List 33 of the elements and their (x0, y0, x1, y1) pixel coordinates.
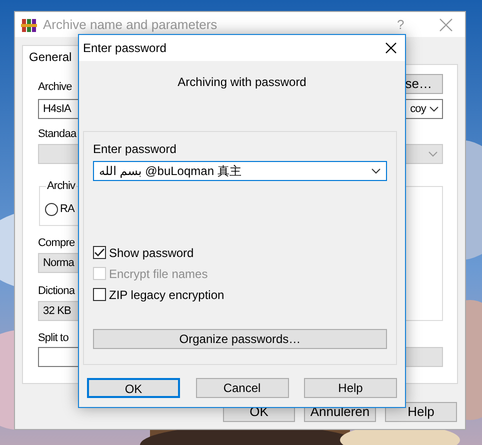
field-text: 32 KB (43, 304, 71, 319)
password-label: Enter password (93, 142, 176, 156)
dialog-button[interactable]: OK (87, 378, 180, 398)
compression-label: Compre (38, 236, 75, 250)
dictionary-label: Dictiona (38, 284, 75, 298)
chevron-icon (428, 151, 438, 157)
field-text: Norma (43, 256, 74, 271)
checkbox-label: Encrypt file names (109, 266, 208, 282)
dialog-title: Enter password (83, 40, 166, 57)
field-text: H4sIA (43, 102, 71, 117)
dialog-heading: Archiving with password (178, 75, 306, 89)
radio-button[interactable] (45, 202, 58, 216)
close-icon[interactable] (385, 42, 397, 54)
field-text: coy (410, 102, 426, 117)
split-label: Split to (38, 331, 68, 345)
field-text: بسم الله @buLoqman 真主 (99, 163, 242, 180)
radio-label: RA (60, 202, 74, 217)
dialog-button[interactable]: Help (304, 378, 397, 398)
books-icon (21, 16, 37, 32)
password-field[interactable]: بسم الله @buLoqman 真主 (93, 161, 387, 181)
dialog-button[interactable]: Help (385, 402, 457, 422)
dialog-button[interactable]: Cancel (196, 378, 288, 398)
chevron-icon (429, 106, 439, 112)
archive-label: Archive (38, 80, 72, 94)
checkbox[interactable] (93, 288, 106, 301)
window-title: Archive name and parameters (43, 18, 218, 31)
tab[interactable]: General (22, 45, 79, 65)
update-mode-label: Standaa (38, 127, 76, 141)
chevron-icon (371, 168, 381, 174)
checkbox-label: Show password (109, 244, 194, 262)
organize-passwords-button[interactable]: Organize passwords… (93, 329, 387, 349)
checkbox-label: ZIP legacy encryption (109, 286, 224, 304)
checkbox[interactable] (93, 246, 106, 259)
